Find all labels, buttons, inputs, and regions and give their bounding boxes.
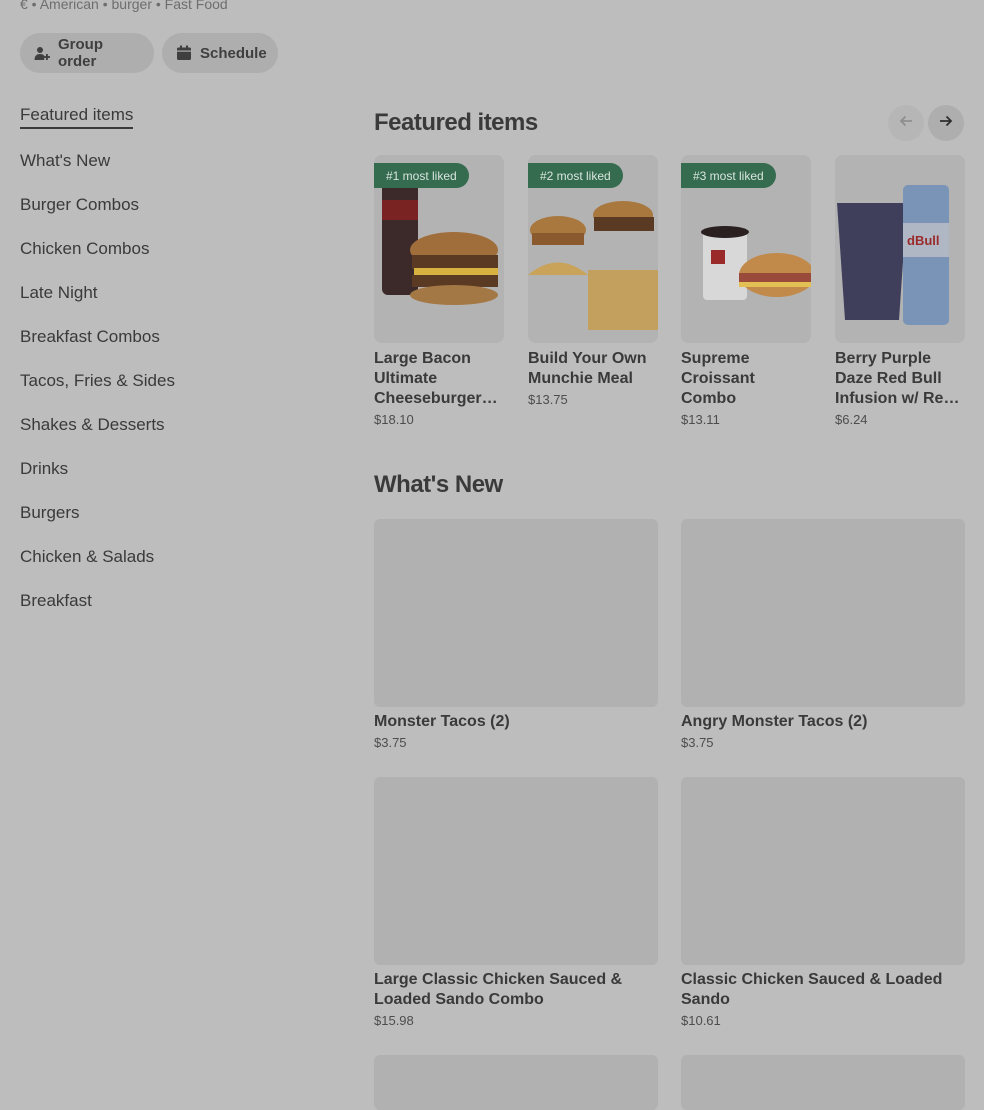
featured-item-name: Large Bacon Ultimate Cheeseburger™ Combo xyxy=(374,350,498,407)
menu-item-image xyxy=(681,1055,965,1110)
featured-item-price: $18.10 xyxy=(374,412,414,427)
sidebar-item-label: Featured items xyxy=(20,105,134,129)
schedule-button[interactable]: Schedule xyxy=(162,33,278,73)
sidebar-item-burgers[interactable]: Burgers xyxy=(20,491,320,535)
featured-item-card[interactable]: #3 most liked Supreme Croissant Combo $1… xyxy=(681,155,811,427)
featured-item-image: #3 most liked xyxy=(681,155,811,343)
sidebar-item-burger-combos[interactable]: Burger Combos xyxy=(20,183,320,227)
menu-item-image xyxy=(374,777,658,965)
group-order-button[interactable]: Group order xyxy=(20,33,154,73)
menu-item-image xyxy=(374,519,658,707)
featured-item-price: $6.24 xyxy=(835,412,868,427)
carousel-prev-button[interactable] xyxy=(888,105,924,141)
sidebar-item-label: Breakfast xyxy=(20,591,92,610)
store-meta: € • American • burger • Fast Food xyxy=(20,0,228,12)
featured-section-title: Featured items xyxy=(374,109,538,136)
featured-item-image: #1 most liked xyxy=(374,155,504,343)
featured-item-card[interactable]: dBull Berry Purple Daze Red Bull Infusio… xyxy=(835,155,965,427)
sidebar-item-label: Chicken & Salads xyxy=(20,547,155,566)
sidebar-item-chicken-combos[interactable]: Chicken Combos xyxy=(20,227,320,271)
menu-item-card[interactable]: Classic Chicken Sauced & Loaded Sando $1… xyxy=(681,777,965,1028)
menu-item-image xyxy=(681,777,965,965)
store-page: € • American • burger • Fast Food Group … xyxy=(0,0,984,1110)
menu-item-price: $3.75 xyxy=(681,735,714,750)
carousel-next-button[interactable] xyxy=(928,105,964,141)
featured-item-image: #2 most liked xyxy=(528,155,658,343)
featured-item-name: Build Your Own Munchie Meal xyxy=(528,350,647,387)
sidebar-item-featured-items[interactable]: Featured items xyxy=(20,95,320,139)
sidebar-item-label: Breakfast Combos xyxy=(20,327,160,346)
most-liked-badge: #2 most liked xyxy=(528,163,623,188)
featured-item-price: $13.75 xyxy=(528,392,568,407)
menu-item-price: $15.98 xyxy=(374,1013,414,1028)
menu-item-name: Monster Tacos (2) xyxy=(374,713,510,730)
menu-item-card[interactable]: Angry Monster Tacos (2) $3.75 xyxy=(681,519,965,750)
sidebar-item-breakfast-combos[interactable]: Breakfast Combos xyxy=(20,315,320,359)
featured-item-card[interactable]: #1 most liked Large Bacon Ultimate Chees… xyxy=(374,155,504,427)
sidebar-item-label: Tacos, Fries & Sides xyxy=(20,371,175,390)
sidebar-item-whats-new[interactable]: What's New xyxy=(20,139,320,183)
sidebar-item-label: Drinks xyxy=(20,459,69,478)
featured-item-image: dBull xyxy=(835,155,965,343)
sidebar-item-label: Late Night xyxy=(20,283,98,302)
sidebar-item-label: Shakes & Desserts xyxy=(20,415,165,434)
arrow-left-icon xyxy=(898,113,914,134)
menu-item-card[interactable]: Monster Tacos (2) $3.75 xyxy=(374,519,658,750)
featured-item-name: Berry Purple Daze Red Bull Infusion w/ R… xyxy=(835,350,954,407)
svg-text:dBull: dBull xyxy=(907,233,940,248)
sidebar-item-breakfast[interactable]: Breakfast xyxy=(20,579,320,623)
add-person-icon xyxy=(34,45,50,61)
group-order-label: Group order xyxy=(58,36,103,70)
menu-item-card[interactable] xyxy=(681,1055,965,1110)
category-sidebar: Featured items What's New Burger Combos … xyxy=(20,95,320,623)
menu-item-card[interactable] xyxy=(374,1055,658,1110)
arrow-right-icon xyxy=(938,113,954,134)
menu-item-price: $3.75 xyxy=(374,735,407,750)
sidebar-item-label: What's New xyxy=(20,151,111,170)
menu-item-name: Large Classic Chicken Sauced & Loaded Sa… xyxy=(374,971,623,1008)
sidebar-item-label: Burgers xyxy=(20,503,80,522)
featured-item-card[interactable]: #2 most liked Build Your Own Munchie Mea… xyxy=(528,155,658,407)
menu-item-image xyxy=(374,1055,658,1110)
featured-item-name: Supreme Croissant Combo xyxy=(681,350,755,407)
sidebar-item-drinks[interactable]: Drinks xyxy=(20,447,320,491)
sidebar-item-tacos-fries-sides[interactable]: Tacos, Fries & Sides xyxy=(20,359,320,403)
sidebar-item-label: Chicken Combos xyxy=(20,239,150,258)
featured-item-price: $13.11 xyxy=(681,412,720,427)
menu-item-image xyxy=(681,519,965,707)
menu-item-name: Classic Chicken Sauced & Loaded Sando xyxy=(681,971,943,1008)
whats-new-section-title: What's New xyxy=(374,471,503,498)
calendar-icon xyxy=(176,45,192,61)
most-liked-badge: #3 most liked xyxy=(681,163,776,188)
schedule-label: Schedule xyxy=(200,44,267,62)
sidebar-item-chicken-salads[interactable]: Chicken & Salads xyxy=(20,535,320,579)
sidebar-item-shakes-desserts[interactable]: Shakes & Desserts xyxy=(20,403,320,447)
menu-item-name: Angry Monster Tacos (2) xyxy=(681,713,868,730)
menu-item-price: $10.61 xyxy=(681,1013,721,1028)
sidebar-item-label: Burger Combos xyxy=(20,195,140,214)
sidebar-item-late-night[interactable]: Late Night xyxy=(20,271,320,315)
menu-item-card[interactable]: Large Classic Chicken Sauced & Loaded Sa… xyxy=(374,777,658,1028)
most-liked-badge: #1 most liked xyxy=(374,163,469,188)
